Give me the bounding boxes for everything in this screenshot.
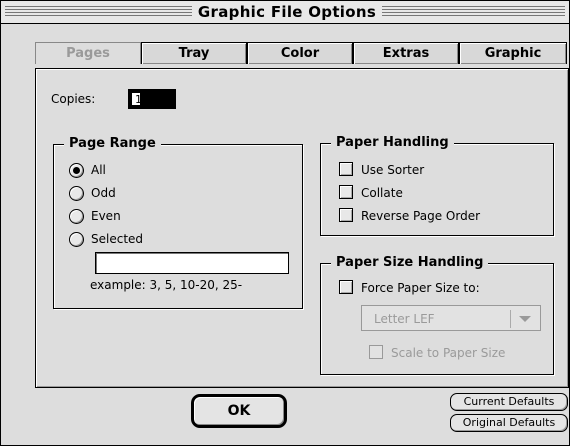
radio-even[interactable] [69,209,84,224]
original-defaults-button[interactable]: Original Defaults [450,414,568,432]
radio-odd-label[interactable]: Odd [91,186,116,200]
use-sorter-label[interactable]: Use Sorter [361,163,424,177]
title-bar-stripes-left [5,6,192,18]
page-range-title: Page Range [64,136,161,152]
chevron-down-icon [519,316,531,322]
tab-color[interactable]: Color [247,42,353,64]
collate-label[interactable]: Collate [361,186,403,200]
tab-pages[interactable]: Pages [35,42,141,64]
scale-to-paper-size-label[interactable]: Scale to Paper Size [391,346,505,360]
radio-all[interactable] [69,163,84,178]
use-sorter-checkbox[interactable] [339,162,353,176]
radio-selected-label[interactable]: Selected [91,232,143,246]
title-bar[interactable]: Graphic File Options [1,1,569,24]
current-defaults-button[interactable]: Current Defaults [450,393,568,411]
radio-odd[interactable] [69,186,84,201]
paper-size-popup-separator [510,310,511,328]
scale-to-paper-size-checkbox[interactable] [369,345,383,359]
tab-extras[interactable]: Extras [353,42,459,64]
radio-even-label[interactable]: Even [91,209,121,223]
tab-tray[interactable]: Tray [141,42,247,64]
paper-size-popup[interactable]: Letter LEF [361,305,541,331]
reverse-page-order-checkbox[interactable] [339,208,353,222]
force-paper-size-checkbox[interactable] [339,280,353,294]
force-paper-size-label[interactable]: Force Paper Size to: [361,281,480,295]
collate-checkbox[interactable] [339,185,353,199]
reverse-page-order-label[interactable]: Reverse Page Order [361,209,480,223]
paper-size-handling-title: Paper Size Handling [331,255,489,271]
page-range-example: example: 3, 5, 10-20, 25- [90,278,243,292]
ok-button[interactable]: OK [191,394,287,428]
window-title: Graphic File Options [194,2,380,22]
copies-value: 1 [135,93,142,106]
copies-field-value-box: 1 [132,93,142,106]
selected-pages-input[interactable] [95,252,289,274]
radio-all-label[interactable]: All [91,163,106,177]
tab-graphic[interactable]: Graphic [459,42,567,64]
radio-selected[interactable] [69,232,84,247]
copies-field[interactable]: 1 [128,89,176,109]
graphic-file-options-dialog: Graphic File Options Pages Tray Color Ex… [0,0,570,446]
paper-size-popup-value: Letter LEF [374,312,435,326]
title-bar-stripes-right [382,6,565,18]
paper-handling-title: Paper Handling [331,135,454,151]
copies-label: Copies: [51,92,96,106]
